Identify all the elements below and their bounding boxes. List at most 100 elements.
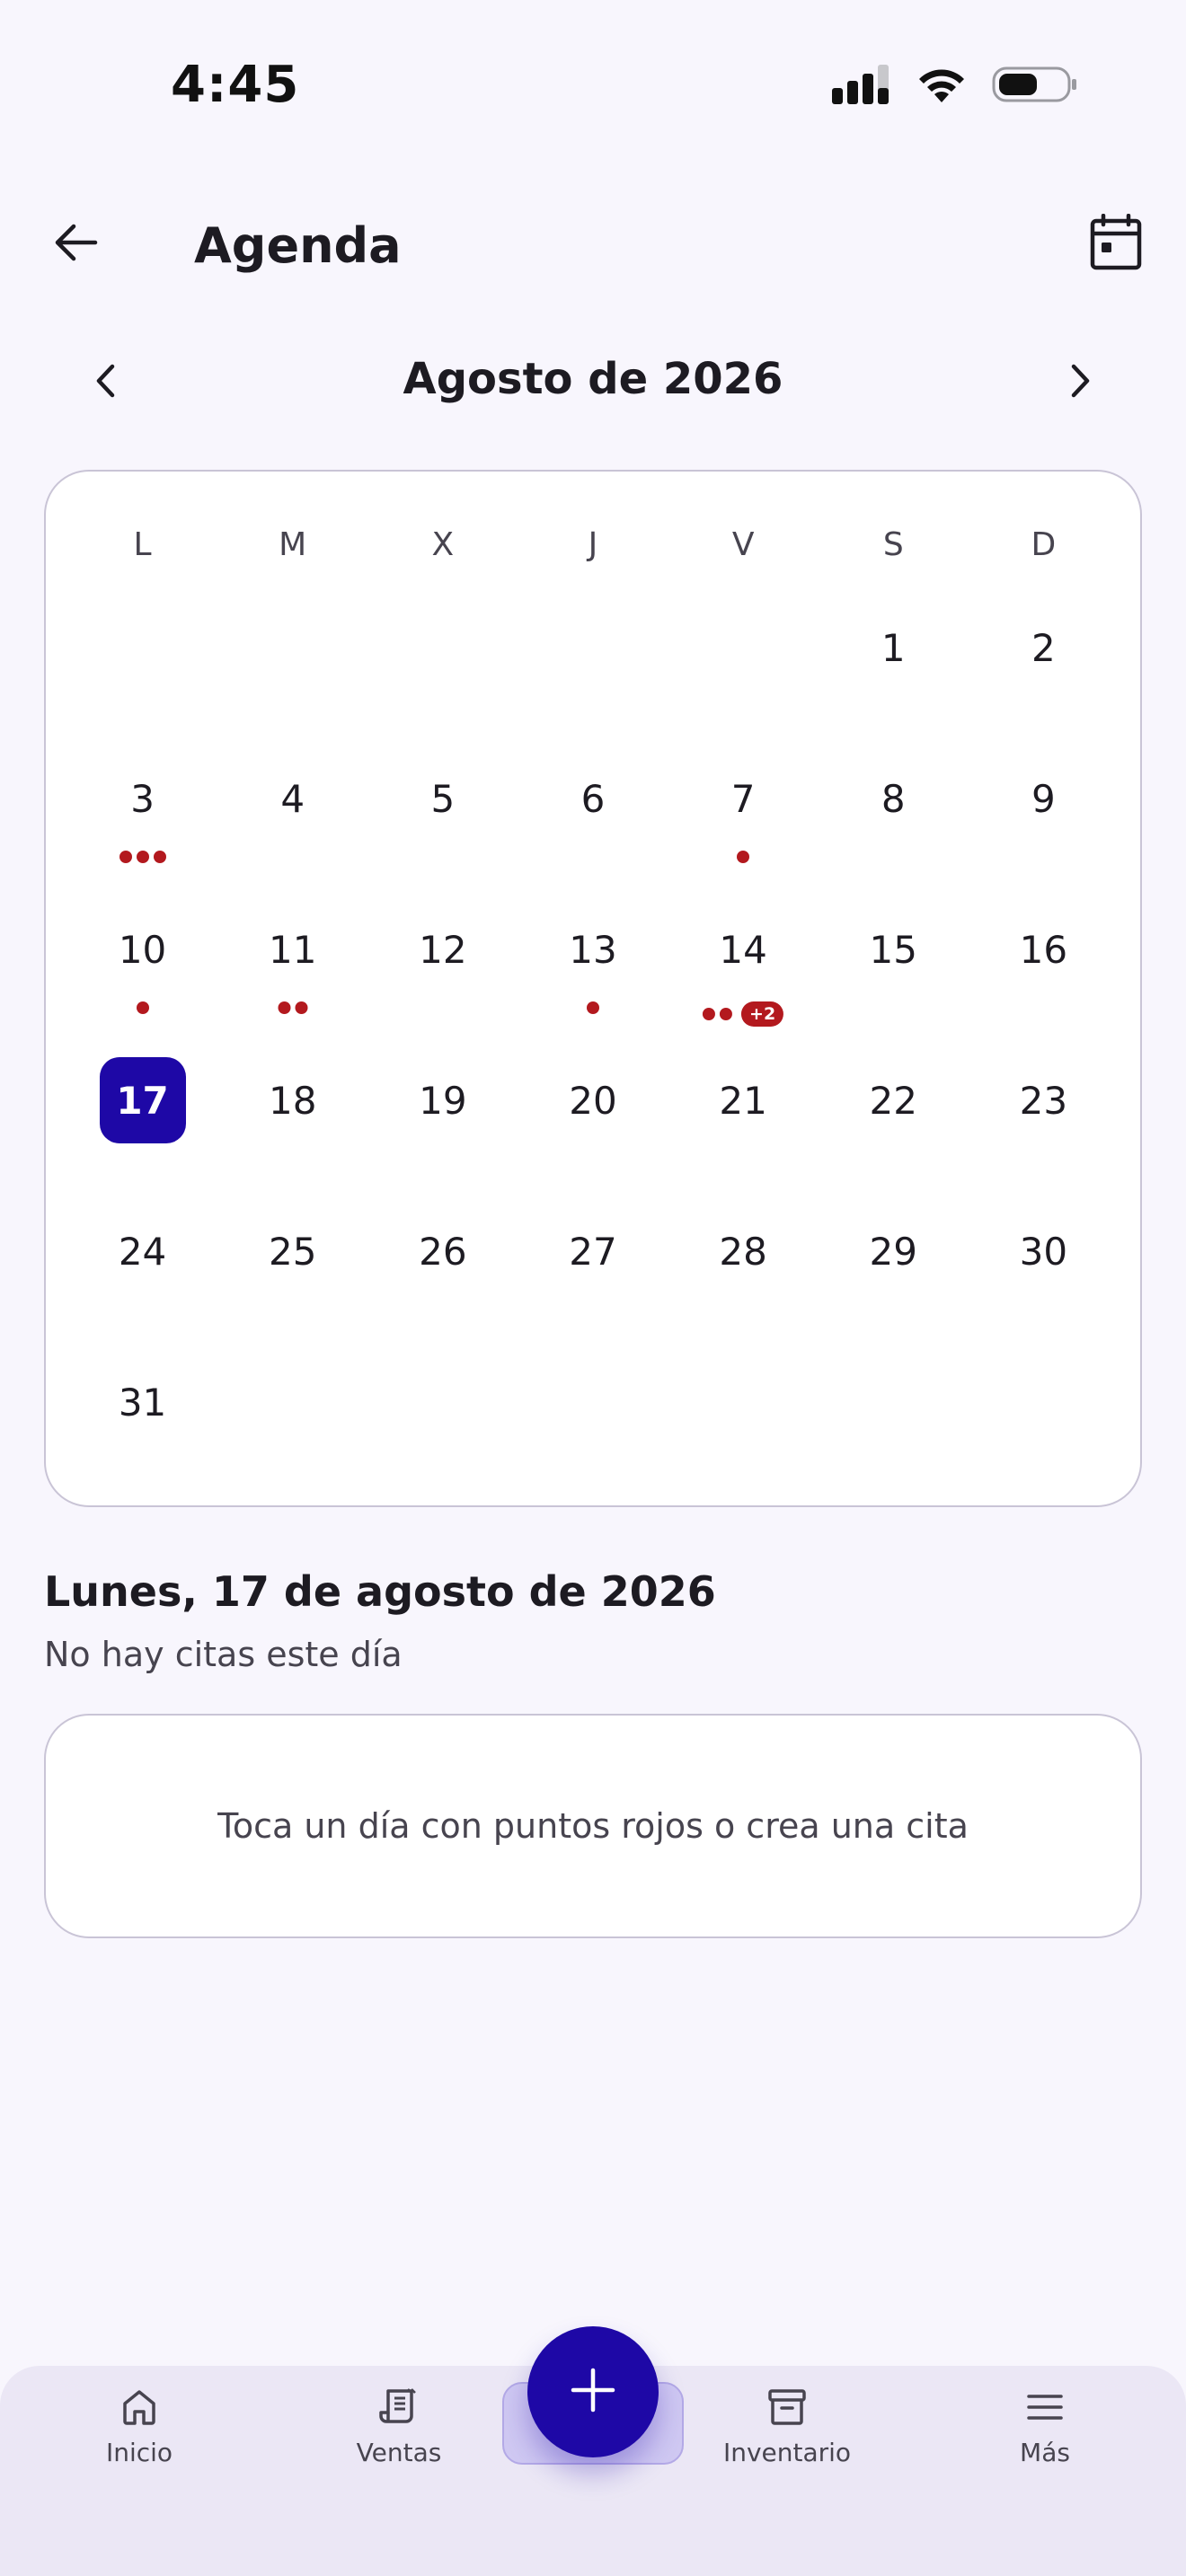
day-number: 18 xyxy=(268,1078,317,1123)
calendar-card: LMXJVSD 1 2 3 4 5 6 7 8 9 10 11 12 13 14 +2 15 16 17 18 19 2… xyxy=(44,470,1142,1507)
day-cell[interactable]: 29 xyxy=(819,1185,969,1336)
day-cell-selected[interactable]: 17 xyxy=(67,1034,217,1185)
day-cell[interactable]: 3 xyxy=(67,732,217,883)
day-cell[interactable]: 18 xyxy=(217,1034,367,1185)
empty-state-hint: Toca un día con puntos rojos o crea una … xyxy=(217,1806,969,1846)
nav-label-inventario: Inventario xyxy=(722,2438,852,2467)
day-number: 9 xyxy=(1031,776,1056,821)
day-number: 31 xyxy=(118,1380,167,1425)
day-number: 21 xyxy=(719,1078,767,1123)
days-grid: 1 2 3 4 5 6 7 8 9 10 11 12 13 14 +2 15 16 17 18 19 20 21 22 23 2… xyxy=(67,581,1119,1486)
day-number: 3 xyxy=(130,776,155,821)
archive-icon xyxy=(766,2386,809,2432)
nav-item-mas[interactable]: Más xyxy=(955,2386,1135,2467)
more-events-badge: +2 xyxy=(741,1001,784,1027)
day-cell[interactable]: 27 xyxy=(518,1185,668,1336)
next-month-button[interactable] xyxy=(1048,350,1112,415)
event-indicators: +2 xyxy=(703,1001,784,1027)
event-dot xyxy=(586,1001,599,1014)
weekday-label: V xyxy=(731,526,755,563)
event-dot xyxy=(737,851,750,863)
event-indicators xyxy=(737,851,750,863)
day-number: 11 xyxy=(268,927,317,972)
signal-icon xyxy=(832,65,891,108)
day-cell-empty xyxy=(217,581,367,732)
day-cell[interactable]: 26 xyxy=(367,1185,518,1336)
day-number: 30 xyxy=(1019,1229,1068,1274)
day-number: 28 xyxy=(719,1229,767,1274)
day-cell[interactable]: 4 xyxy=(217,732,367,883)
day-cell[interactable]: 24 xyxy=(67,1185,217,1336)
app-header: Agenda xyxy=(0,198,1186,287)
event-dot xyxy=(119,851,132,863)
day-cell[interactable]: 25 xyxy=(217,1185,367,1336)
month-label: Agosto de 2026 xyxy=(403,354,783,404)
day-cell[interactable]: 22 xyxy=(819,1034,969,1185)
day-cell[interactable]: 31 xyxy=(67,1336,217,1486)
receipt-icon xyxy=(377,2386,420,2432)
day-number: 22 xyxy=(869,1078,917,1123)
status-time: 4:45 xyxy=(171,56,300,114)
day-number: 25 xyxy=(268,1229,317,1274)
day-number: 4 xyxy=(280,776,305,821)
day-cell-empty xyxy=(367,581,518,732)
nav-label-inicio: Inicio xyxy=(105,2438,173,2467)
event-dot xyxy=(136,851,149,863)
new-appointment-button[interactable] xyxy=(527,2326,659,2457)
day-number: 26 xyxy=(419,1229,467,1274)
day-cell[interactable]: 2 xyxy=(969,581,1119,732)
day-cell[interactable]: 1 xyxy=(819,581,969,732)
day-cell[interactable]: 28 xyxy=(668,1185,819,1336)
day-cell[interactable]: 21 xyxy=(668,1034,819,1185)
nav-item-inicio[interactable]: Inicio xyxy=(49,2386,229,2467)
day-cell[interactable]: 30 xyxy=(969,1185,1119,1336)
event-indicators xyxy=(586,1001,599,1014)
day-cell[interactable]: 7 xyxy=(668,732,819,883)
event-indicators xyxy=(136,1001,149,1014)
status-bar: 4:45 xyxy=(0,0,1186,171)
event-dot xyxy=(136,1001,149,1014)
day-cell[interactable]: 15 xyxy=(819,883,969,1034)
selected-date-title: Lunes, 17 de agosto de 2026 xyxy=(44,1567,716,1616)
day-number: 24 xyxy=(118,1229,167,1274)
day-cell-empty xyxy=(67,581,217,732)
day-cell[interactable]: 23 xyxy=(969,1034,1119,1185)
day-cell[interactable]: 10 xyxy=(67,883,217,1034)
day-number: 12 xyxy=(419,927,467,972)
day-cell[interactable]: 11 xyxy=(217,883,367,1034)
day-number: 23 xyxy=(1019,1078,1068,1123)
back-button[interactable] xyxy=(43,212,108,277)
day-number: 29 xyxy=(869,1229,917,1274)
day-cell[interactable]: 20 xyxy=(518,1034,668,1185)
day-cell-empty xyxy=(668,581,819,732)
day-number: 20 xyxy=(569,1078,617,1123)
nav-label-ventas: Ventas xyxy=(356,2438,442,2467)
day-cell[interactable]: 13 xyxy=(518,883,668,1034)
day-cell[interactable]: 8 xyxy=(819,732,969,883)
day-number: 15 xyxy=(869,927,917,972)
day-cell[interactable]: 5 xyxy=(367,732,518,883)
weekday-label: J xyxy=(588,526,598,563)
day-number: 8 xyxy=(881,776,906,821)
nav-item-ventas[interactable]: Ventas xyxy=(309,2386,489,2467)
day-cell[interactable]: 19 xyxy=(367,1034,518,1185)
day-cell[interactable]: 9 xyxy=(969,732,1119,883)
calendar-today-button[interactable] xyxy=(1082,210,1150,278)
nav-item-inventario[interactable]: Inventario xyxy=(697,2386,877,2467)
empty-state-card: Toca un día con puntos rojos o crea una … xyxy=(44,1714,1142,1938)
event-dot xyxy=(295,1001,308,1014)
day-cell[interactable]: 14 +2 xyxy=(668,883,819,1034)
day-cell[interactable]: 12 xyxy=(367,883,518,1034)
wifi-icon xyxy=(915,65,969,108)
day-number: 19 xyxy=(419,1078,467,1123)
no-appointments-text: No hay citas este día xyxy=(44,1635,403,1674)
event-indicators xyxy=(119,851,166,863)
event-dot xyxy=(278,1001,291,1014)
nav-label-mas: Más xyxy=(1020,2438,1070,2467)
calendar-today-icon xyxy=(1089,213,1143,275)
day-number: 17 xyxy=(99,1057,186,1143)
plus-icon xyxy=(568,2365,618,2419)
weekday-label: M xyxy=(279,526,307,563)
day-cell[interactable]: 16 xyxy=(969,883,1119,1034)
day-cell[interactable]: 6 xyxy=(518,732,668,883)
